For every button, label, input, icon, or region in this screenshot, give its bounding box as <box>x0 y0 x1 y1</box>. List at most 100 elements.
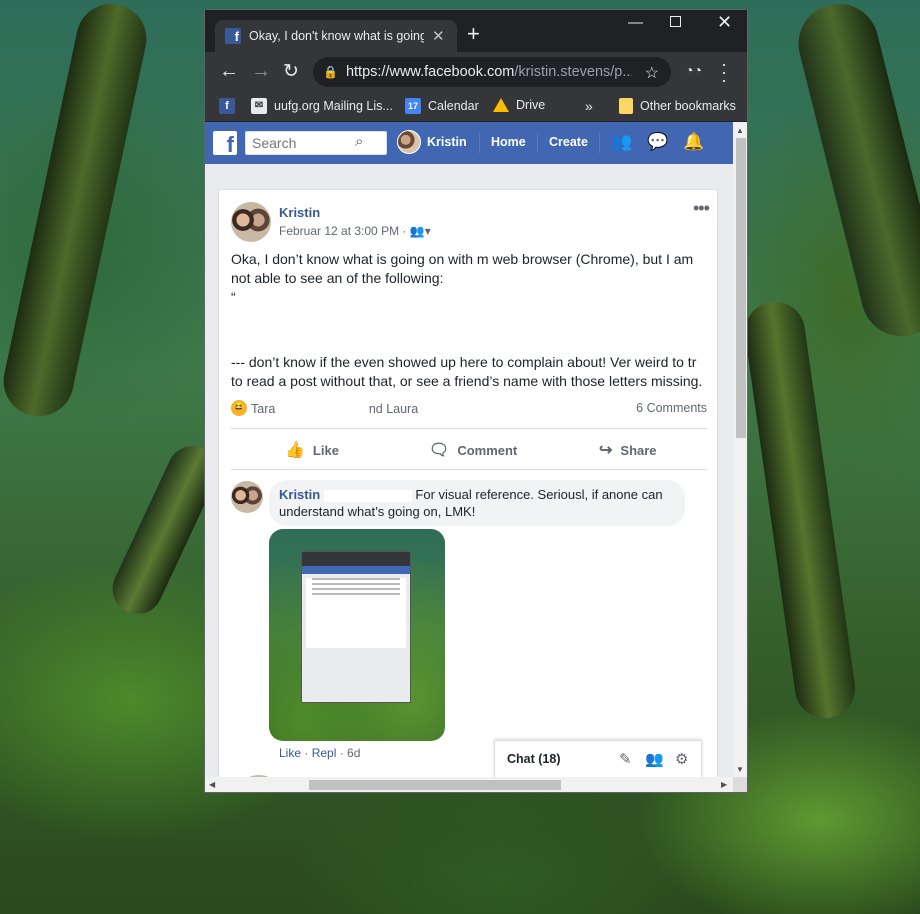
like-label: Like <box>312 442 339 458</box>
separator: · <box>301 746 312 760</box>
more-bookmarks-chevron-icon[interactable]: » <box>585 98 593 114</box>
bookmark-star-icon[interactable]: ☆ <box>645 63 659 83</box>
post-timestamp[interactable]: Februar 12 at 3:00 PM · <box>279 224 406 238</box>
avatar <box>397 130 421 154</box>
compose-icon[interactable]: ✎ <box>619 750 632 768</box>
other-bookmarks[interactable]: Other bookmarks <box>619 98 736 114</box>
notifications-bell-icon[interactable]: 🔔 <box>683 132 704 152</box>
nav-divider <box>599 133 600 153</box>
bookmark-label: Drive <box>516 98 546 112</box>
facebook-search-input[interactable] <box>245 131 387 155</box>
post-text-line: “ <box>231 289 236 305</box>
avatar[interactable] <box>231 202 271 242</box>
bookmark-facebook[interactable]: f <box>219 98 235 114</box>
url-text[interactable]: https://www.facebook.com/kristin.stevens… <box>346 64 632 80</box>
post-options-icon[interactable]: ••• <box>693 198 710 219</box>
background-tree-trunk <box>741 297 859 723</box>
post-meta: Februar 12 at 3:00 PM · 👥▾ <box>279 224 431 238</box>
bookmark-calendar[interactable]: 17 Calendar <box>405 98 479 114</box>
scroll-up-icon[interactable]: ▲ <box>736 126 744 135</box>
gear-icon[interactable]: ⚙ <box>675 750 688 768</box>
background-tree-trunk <box>0 0 153 423</box>
like-button[interactable]: 👍 Like <box>285 440 339 460</box>
comments-count[interactable]: 6 Comments <box>636 401 707 415</box>
scroll-down-icon[interactable]: ▼ <box>736 765 744 774</box>
profile-name: Kristin <box>427 135 467 149</box>
other-bookmarks-label: Other bookmarks <box>640 99 736 113</box>
nav-divider <box>537 133 538 153</box>
vertical-scrollbar[interactable]: ▲ ▼ <box>733 122 747 777</box>
thumbnail-line <box>312 583 400 585</box>
browser-toolbar: ← → ↻ 🔒 https://www.facebook.com/kristin… <box>205 52 747 92</box>
comment-age[interactable]: 6d <box>347 746 360 760</box>
redacted-text <box>278 401 369 413</box>
thumbs-up-icon: 👍 <box>285 442 305 459</box>
share-arrow-icon: ↪ <box>599 442 613 459</box>
tab-close-icon[interactable]: ✕ <box>432 27 445 45</box>
new-group-icon[interactable]: 👥 <box>645 750 664 768</box>
back-arrow-icon[interactable]: ← <box>219 60 239 83</box>
friends-icon[interactable]: 👥 <box>611 132 632 152</box>
horizontal-scroll-thumb[interactable] <box>309 780 561 790</box>
messenger-icon[interactable]: 💬 <box>647 132 668 152</box>
comments-section: Kristin For visual reference. Seriousl, … <box>219 471 717 777</box>
bookmarks-bar: f ✉ uufg.org Mailing Lis... 17 Calendar … <box>205 92 747 122</box>
post-spacer <box>231 307 711 353</box>
bookmark-mailing-list[interactable]: ✉ uufg.org Mailing Lis... <box>251 98 393 114</box>
search-icon[interactable]: ⌕ <box>355 133 363 150</box>
comment-screenshot-image[interactable] <box>269 529 445 741</box>
profile-link[interactable]: Kristin <box>397 130 467 154</box>
chat-bar[interactable]: Chat (18) ✎ 👥 ⚙ <box>494 740 702 777</box>
url-path: /kristin.stevens/p... <box>514 64 632 80</box>
reload-icon[interactable]: ↻ <box>283 60 299 83</box>
comment-like-link[interactable]: Like <box>279 746 301 760</box>
incognito-icon[interactable]: ◔◔ <box>685 62 702 78</box>
folder-icon <box>619 98 633 114</box>
drive-icon <box>493 98 509 112</box>
reactions-row[interactable]: 😆 Tara nd Laura 6 Comments <box>231 400 707 420</box>
post-body: Oka, I don’t know what is going on with … <box>231 250 711 391</box>
screenshot-thumbnail <box>301 551 411 703</box>
nav-divider <box>479 133 480 153</box>
share-button[interactable]: ↪ Share <box>599 440 657 460</box>
nav-home[interactable]: Home <box>491 135 526 149</box>
post-actions: 👍 Like 🗨 Comment ↪ Share <box>231 428 707 470</box>
haha-reaction-icon: 😆 <box>231 400 247 416</box>
window-close-icon[interactable]: ✕ <box>717 12 732 33</box>
facebook-logo-icon[interactable]: f <box>213 131 237 157</box>
bookmark-drive[interactable]: Drive <box>493 98 545 112</box>
audience-friends-icon[interactable]: 👥▾ <box>410 224 431 238</box>
forward-arrow-icon[interactable]: → <box>251 60 271 83</box>
thumbnail-fbbar <box>302 566 410 574</box>
browser-tab[interactable]: f Okay, I don't know what is going on ✕ <box>215 20 457 52</box>
new-tab-button[interactable]: + <box>467 23 480 45</box>
share-label: Share <box>620 442 657 458</box>
avatar[interactable] <box>231 481 263 513</box>
scroll-right-icon[interactable]: ▶ <box>721 780 727 789</box>
thumbnail-line <box>312 578 400 580</box>
background-tree-trunk <box>790 0 920 345</box>
thumbnail-post <box>306 578 406 648</box>
minimize-icon[interactable]: — <box>628 14 643 31</box>
reaction-names[interactable]: Tara nd Laura <box>251 401 418 416</box>
bookmark-label: Calendar <box>428 99 479 113</box>
nav-create[interactable]: Create <box>549 135 588 149</box>
maximize-icon[interactable] <box>670 16 681 27</box>
title-bar: f Okay, I don't know what is going on ✕ … <box>205 10 747 52</box>
mail-icon: ✉ <box>251 98 267 114</box>
web-page: f ⌕ Kristin Home Create 👥 💬 🔔 Kristin Fe… <box>205 122 733 777</box>
url-host: https://www.facebook.com <box>345 64 515 80</box>
comment-button[interactable]: 🗨 Comment <box>429 440 517 460</box>
post-author[interactable]: Kristin <box>279 205 320 220</box>
menu-dots-icon[interactable]: · · · <box>721 55 727 89</box>
comment-reply-link[interactable]: Repl <box>312 746 337 760</box>
vertical-scroll-thumb[interactable] <box>736 138 746 438</box>
browser-window: f Okay, I don't know what is going on ✕ … <box>204 9 748 793</box>
scroll-left-icon[interactable]: ◀ <box>209 780 215 789</box>
comment-author[interactable]: Kristin <box>279 487 320 502</box>
horizontal-scrollbar[interactable]: ◀ ▶ <box>205 777 733 792</box>
lock-icon: 🔒 <box>323 65 338 79</box>
chat-label[interactable]: Chat (18) <box>507 752 560 766</box>
redacted-text <box>323 489 412 502</box>
address-bar[interactable]: 🔒 https://www.facebook.com/kristin.steve… <box>313 57 671 87</box>
